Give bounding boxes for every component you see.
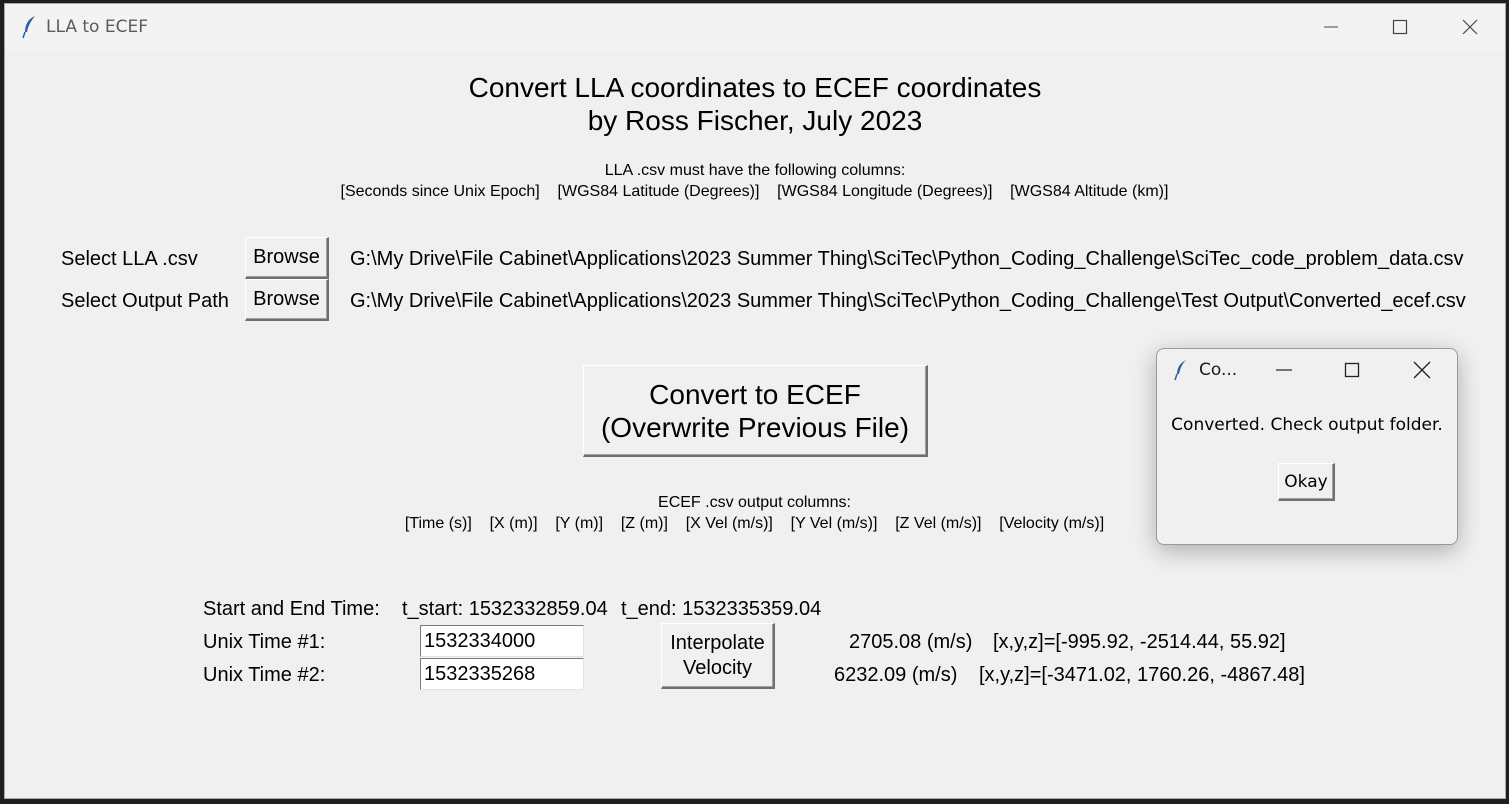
t-start-value: t_start: 1532332859.04 bbox=[402, 598, 608, 620]
dialog-title: Co... bbox=[1199, 360, 1238, 380]
convert-to-ecef-button[interactable]: Convert to ECEF (Overwrite Previous File… bbox=[583, 365, 928, 457]
interpolate-velocity-button[interactable]: Interpolate Velocity bbox=[661, 623, 775, 689]
maximize-icon bbox=[1392, 19, 1408, 35]
heading-line-2: by Ross Fischer, July 2023 bbox=[587, 105, 923, 136]
minimize-button[interactable] bbox=[1308, 4, 1354, 50]
dialog-message: Converted. Check output folder. bbox=[1171, 415, 1443, 435]
convert-button-line-2: (Overwrite Previous File) bbox=[600, 411, 910, 443]
lla-columns-label: LLA .csv must have the following columns… bbox=[604, 162, 906, 179]
output-path-text: G:\My Drive\File Cabinet\Applications\20… bbox=[350, 290, 1466, 312]
velocity-2-vector: [x,y,z]=[-3471.02, 1760.26, -4867.48] bbox=[979, 664, 1305, 686]
unix-time-1-input[interactable] bbox=[420, 625, 584, 657]
lla-path-text: G:\My Drive\File Cabinet\Applications\20… bbox=[350, 248, 1464, 270]
velocity-1-speed: 2705.08 (m/s) bbox=[849, 631, 973, 653]
feather-icon bbox=[22, 15, 38, 39]
maximize-button[interactable] bbox=[1377, 4, 1423, 50]
window-title: LLA to ECEF bbox=[46, 17, 148, 37]
t-end-value: t_end: 1532335359.04 bbox=[621, 598, 822, 620]
dialog-minimize-button[interactable] bbox=[1273, 359, 1295, 381]
okay-button[interactable]: Okay bbox=[1278, 463, 1335, 501]
title-bar[interactable]: LLA to ECEF bbox=[5, 4, 1505, 50]
browse-lla-button[interactable]: Browse bbox=[245, 237, 329, 279]
convert-button-line-1: Convert to ECEF bbox=[649, 378, 861, 410]
close-button[interactable] bbox=[1447, 4, 1493, 50]
minimize-icon bbox=[1276, 369, 1292, 371]
interpolate-button-line-2: Velocity bbox=[683, 656, 752, 679]
browse-output-button[interactable]: Browse bbox=[245, 279, 329, 321]
unix-time-2-label: Unix Time #2: bbox=[203, 664, 326, 686]
unix-time-1-label: Unix Time #1: bbox=[203, 631, 326, 653]
feather-icon bbox=[1174, 359, 1188, 381]
start-end-time-label: Start and End Time: bbox=[203, 598, 380, 620]
velocity-2-speed: 6232.09 (m/s) bbox=[834, 664, 958, 686]
dialog-maximize-button[interactable] bbox=[1341, 359, 1363, 381]
select-lla-label: Select LLA .csv bbox=[61, 248, 198, 270]
velocity-1-vector: [x,y,z]=[-995.92, -2514.44, 55.92] bbox=[993, 631, 1286, 653]
select-output-label: Select Output Path bbox=[61, 290, 229, 312]
close-icon bbox=[1413, 361, 1431, 379]
heading-line-1: Convert LLA coordinates to ECEF coordina… bbox=[468, 72, 1042, 103]
maximize-icon bbox=[1344, 362, 1360, 378]
minimize-icon bbox=[1324, 26, 1338, 28]
lla-columns-list: [Seconds since Unix Epoch] [WGS84 Latitu… bbox=[340, 183, 1169, 200]
interpolate-button-line-1: Interpolate bbox=[670, 631, 765, 654]
close-icon bbox=[1462, 19, 1478, 35]
dialog-close-button[interactable] bbox=[1411, 359, 1433, 381]
converted-dialog: Co... Converted. Check output folder. Ok… bbox=[1156, 348, 1458, 545]
unix-time-2-input[interactable] bbox=[420, 658, 584, 690]
